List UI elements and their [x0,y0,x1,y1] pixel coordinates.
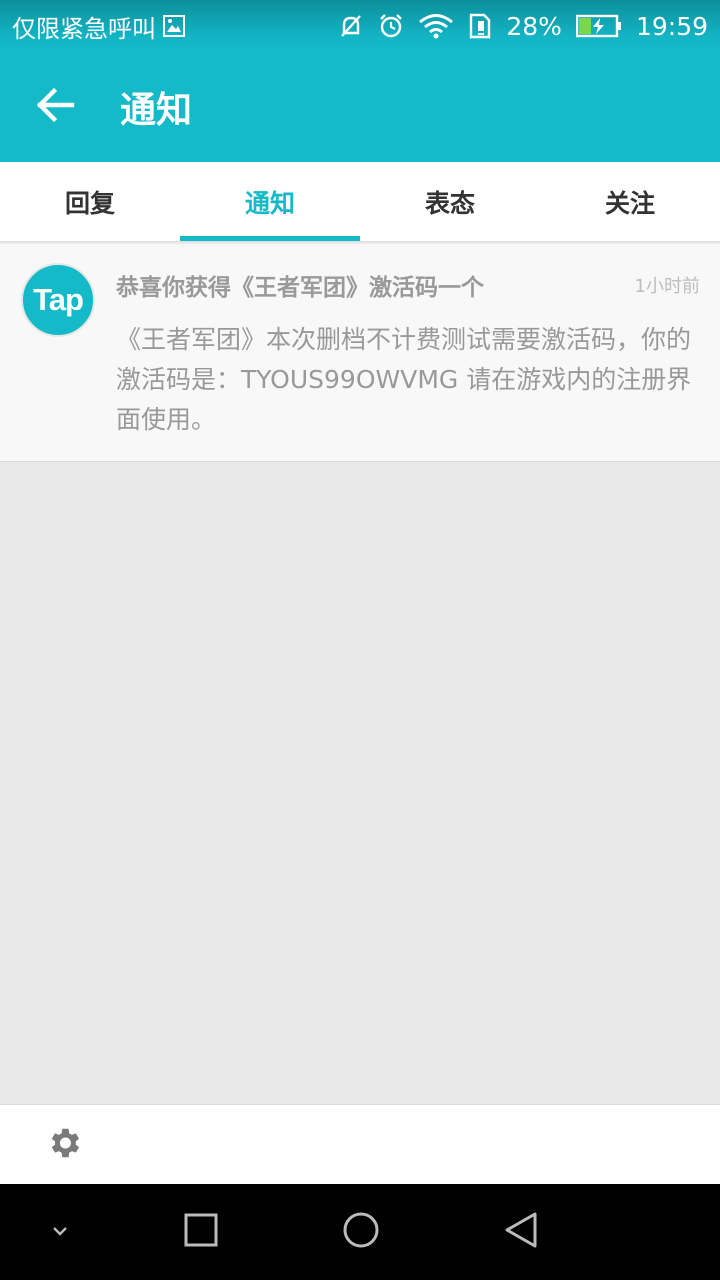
clock: 19:59 [635,11,708,41]
tab-bar: 回复 通知 表态 关注 [0,162,720,242]
settings-button[interactable] [0,1105,128,1185]
alarm-icon [378,13,404,39]
page-title: 通知 [120,90,193,131]
wifi-icon [418,13,454,39]
triangle-back-icon [501,1210,541,1254]
mute-icon [338,13,364,39]
circle-icon [341,1210,381,1254]
nav-back-button[interactable] [461,1184,581,1280]
bottom-bar [0,1104,720,1184]
arrow-left-icon [36,87,76,127]
gear-icon [45,1124,83,1166]
list-item[interactable]: Tap 恭喜你获得《王者军团》激活码一个 1小时前 《王者军团》本次删档不计费测… [0,244,720,462]
notification-title: 恭喜你获得《王者军团》激活码一个 [116,275,484,301]
battery-charging-icon [575,13,622,39]
notification-list: Tap 恭喜你获得《王者军团》激活码一个 1小时前 《王者军团》本次删档不计费测… [0,244,720,462]
tab-notice[interactable]: 通知 [180,162,360,241]
chevron-down-icon [49,1223,71,1242]
system-nav-bar [0,1184,720,1280]
back-button[interactable] [0,52,112,162]
tab-reaction[interactable]: 表态 [360,162,540,241]
carrier-text: 仅限紧急呼叫 [12,14,156,43]
app-bar: 通知 [0,52,720,162]
image-icon [162,14,186,38]
status-bar: 仅限紧急呼叫 28% 19:59 [0,0,720,52]
square-icon [183,1212,219,1252]
sim-icon [468,13,492,39]
nav-hide-button[interactable] [0,1184,120,1280]
notification-body: 《王者军团》本次删档不计费测试需要激活码，你的激活码是：TYOUS99OWVMG… [116,325,692,434]
tab-follow[interactable]: 关注 [540,162,720,241]
nav-home-button[interactable] [301,1184,421,1280]
tab-reply[interactable]: 回复 [0,162,180,241]
avatar: Tap [21,263,95,337]
battery-percent: 28% [506,11,562,41]
notification-time: 1小时前 [634,276,700,297]
nav-recents-button[interactable] [141,1184,261,1280]
